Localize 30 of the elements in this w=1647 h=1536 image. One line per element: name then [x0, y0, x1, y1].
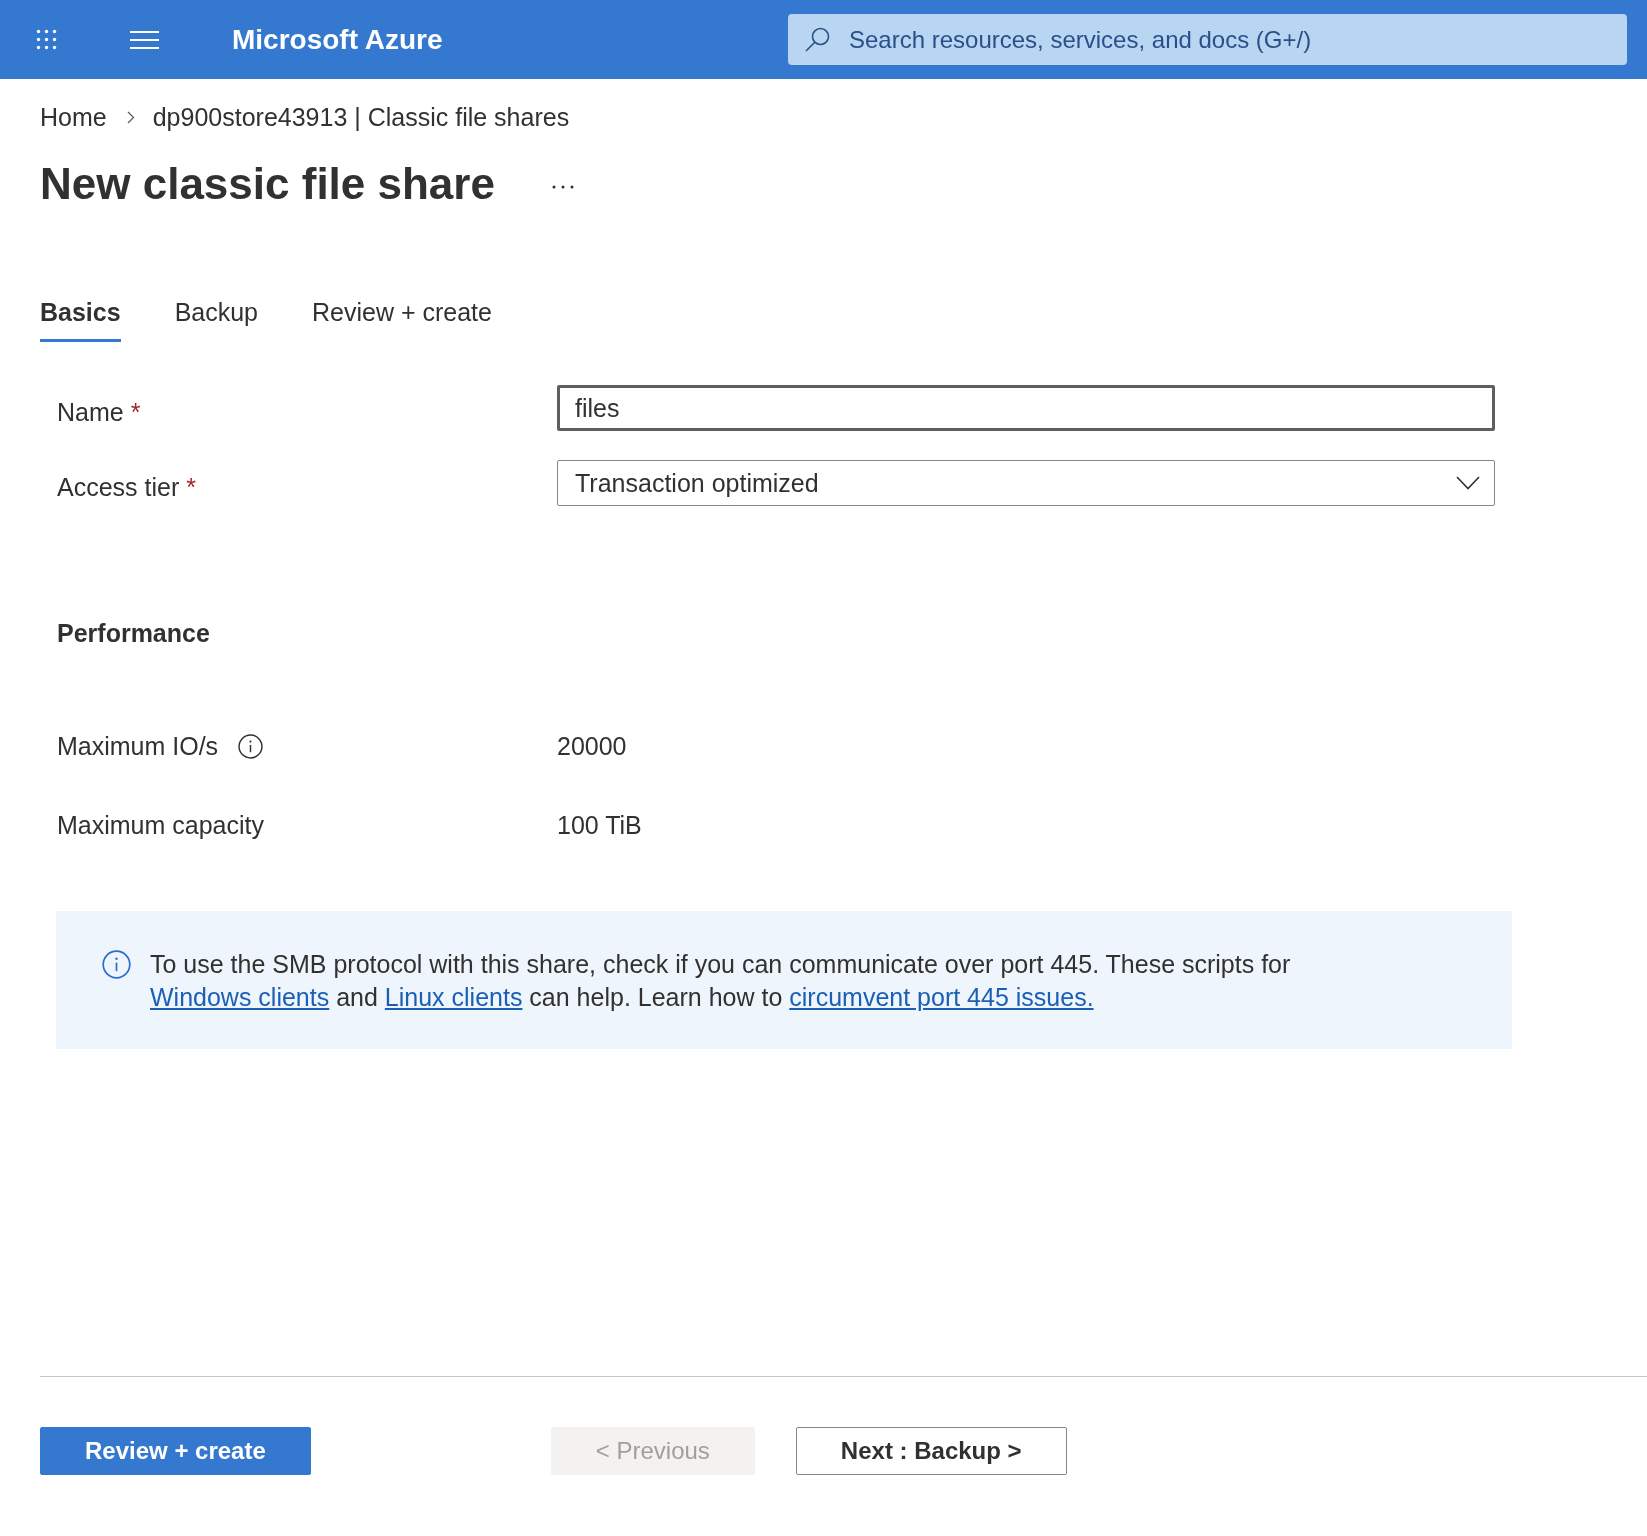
search-field[interactable]: Search resources, services, and docs (G+/)	[788, 14, 1627, 65]
tab[interactable]: Review + create	[312, 290, 492, 342]
portal-title[interactable]: Microsoft Azure	[232, 23, 443, 56]
chevron-right-icon	[126, 110, 135, 124]
dropdown[interactable]: Transaction optimized	[557, 460, 1495, 506]
field-label: Name *	[57, 397, 141, 428]
text-link[interactable]: Linux clients	[384, 983, 523, 1011]
tab[interactable]: Basics	[40, 290, 121, 342]
tab[interactable]: Backup	[174, 290, 258, 342]
more-icon[interactable]	[551, 185, 574, 189]
detail-label: Maximum IO/s	[57, 731, 219, 762]
menu-icon[interactable]	[130, 30, 159, 49]
page-title: New classic file share	[40, 158, 495, 210]
dots-grid-icon[interactable]	[36, 29, 57, 50]
text-input[interactable]: files	[557, 385, 1495, 431]
breadcrumb-link[interactable]: dp900store43913 | Classic file shares	[152, 101, 570, 133]
text-link[interactable]: Windows clients	[150, 983, 330, 1011]
text-link[interactable]: circumvent port 445 issues.	[789, 983, 1094, 1011]
nav-button[interactable]: Next : Backup >	[795, 1427, 1067, 1475]
notice-text: To use the SMB protocol with this share, check if you can communicate over port 445. These scripts for Windows clients and Linux clients can help. Learn how to circumvent port 445 issues.	[150, 949, 1292, 1013]
info-icon	[102, 950, 131, 979]
detail-value: 20000	[557, 731, 627, 762]
detail-label: Maximum capacity	[57, 810, 264, 841]
detail-value: 100 TiB	[557, 810, 642, 841]
primary-button[interactable]: Review + create	[40, 1427, 311, 1475]
search-icon	[805, 27, 830, 52]
field-label: Access tier *	[57, 472, 196, 503]
breadcrumb-link[interactable]: Home	[40, 101, 107, 133]
chevron-down-icon	[1456, 476, 1480, 490]
section-heading: Performance	[57, 618, 210, 649]
